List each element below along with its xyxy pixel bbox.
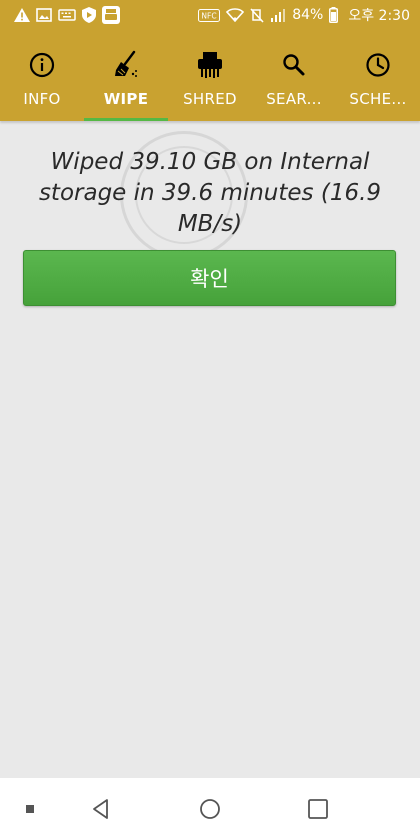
tab-schedule[interactable]: SCHE... bbox=[336, 30, 420, 121]
status-bar-right: NFC 84% 오후 2:30 bbox=[198, 5, 410, 25]
back-icon[interactable] bbox=[88, 796, 114, 822]
navigation-bar bbox=[0, 778, 420, 840]
broom-icon bbox=[111, 50, 141, 80]
recents-icon[interactable] bbox=[305, 796, 331, 822]
search-icon bbox=[281, 50, 307, 80]
tab-bar: INFO WIPE SHRED SEAR... SCHE... bbox=[0, 30, 420, 121]
nfc-label: NFC bbox=[202, 11, 217, 20]
home-icon[interactable] bbox=[197, 796, 223, 822]
shredder-icon bbox=[195, 50, 225, 80]
keyboard-icon bbox=[58, 9, 76, 21]
tab-info[interactable]: INFO bbox=[0, 30, 84, 121]
wipe-result-message: Wiped 39.10 GB on Internal storage in 39… bbox=[38, 149, 382, 237]
image-icon bbox=[36, 8, 52, 22]
tab-wipe-label: WIPE bbox=[103, 90, 149, 108]
tab-search[interactable]: SEAR... bbox=[252, 30, 336, 121]
mute-icon bbox=[250, 7, 264, 23]
tab-wipe[interactable]: WIPE bbox=[84, 30, 168, 121]
signal-icon bbox=[270, 8, 286, 22]
clock-time: 오후 2:30 bbox=[348, 8, 410, 24]
status-bar-left bbox=[14, 6, 120, 24]
warning-icon bbox=[14, 8, 30, 22]
menu-dot-icon[interactable] bbox=[24, 803, 36, 815]
status-bar: NFC 84% 오후 2:30 bbox=[0, 0, 420, 30]
battery-percent: 84% bbox=[292, 7, 324, 23]
wifi-icon bbox=[226, 8, 245, 22]
tab-schedule-label: SCHE... bbox=[349, 90, 407, 108]
tab-info-label: INFO bbox=[23, 90, 61, 108]
tab-shred-label: SHRED bbox=[183, 90, 237, 108]
nfc-icon: NFC bbox=[198, 8, 221, 22]
clock-icon bbox=[365, 50, 391, 80]
app-icon bbox=[102, 6, 120, 24]
info-icon bbox=[29, 50, 55, 80]
tab-search-label: SEAR... bbox=[266, 90, 322, 108]
main-content: Wiped 39.10 GB on Internal storage in 39… bbox=[0, 121, 420, 778]
shield-icon bbox=[82, 7, 96, 23]
tab-shred[interactable]: SHRED bbox=[168, 30, 252, 121]
battery-icon bbox=[329, 7, 339, 23]
confirm-button[interactable]: 확인 bbox=[23, 250, 396, 306]
